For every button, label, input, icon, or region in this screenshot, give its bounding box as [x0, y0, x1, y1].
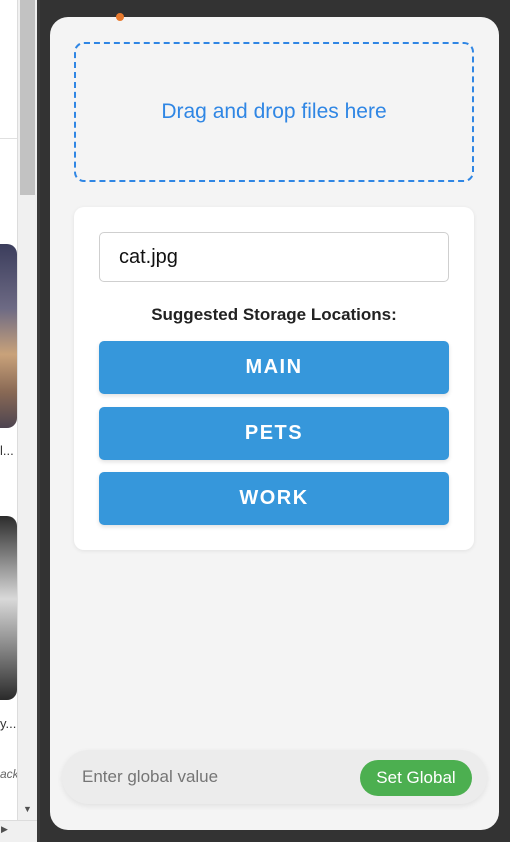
page-divider	[0, 138, 17, 139]
location-button-pets[interactable]: PETS	[99, 407, 449, 460]
background-page: l... y... ack ▼ ▶	[0, 0, 37, 842]
side-panel: Drag and drop files here Suggested Stora…	[50, 13, 499, 830]
global-value-bar: Set Global	[62, 750, 487, 804]
thumbnail-caption: l...	[0, 443, 14, 458]
location-button-work[interactable]: WORK	[99, 472, 449, 525]
location-button-main[interactable]: MAIN	[99, 341, 449, 394]
filename-input[interactable]	[99, 232, 449, 282]
scroll-right-arrow-icon[interactable]: ▶	[1, 824, 8, 835]
scrollbar-thumb[interactable]	[20, 0, 35, 195]
global-value-input[interactable]	[82, 763, 352, 791]
vertical-scrollbar[interactable]: ▼	[17, 0, 37, 820]
suggestions-title: Suggested Storage Locations:	[151, 305, 397, 324]
file-card: Suggested Storage Locations: MAIN PETS W…	[74, 207, 474, 550]
panel-gutter	[37, 0, 40, 842]
thumbnail-image[interactable]	[0, 516, 17, 700]
status-dot-icon	[116, 13, 124, 21]
drop-zone-label: Drag and drop files here	[161, 100, 387, 123]
set-global-button[interactable]: Set Global	[360, 760, 472, 796]
thumbnail-image[interactable]	[0, 244, 17, 428]
horizontal-scrollbar[interactable]: ▶	[0, 820, 37, 842]
scroll-down-arrow-icon[interactable]: ▼	[20, 802, 35, 816]
page-snippet: ack	[0, 767, 19, 781]
file-drop-zone[interactable]: Drag and drop files here	[74, 42, 474, 182]
thumbnail-caption: y...	[0, 716, 17, 731]
